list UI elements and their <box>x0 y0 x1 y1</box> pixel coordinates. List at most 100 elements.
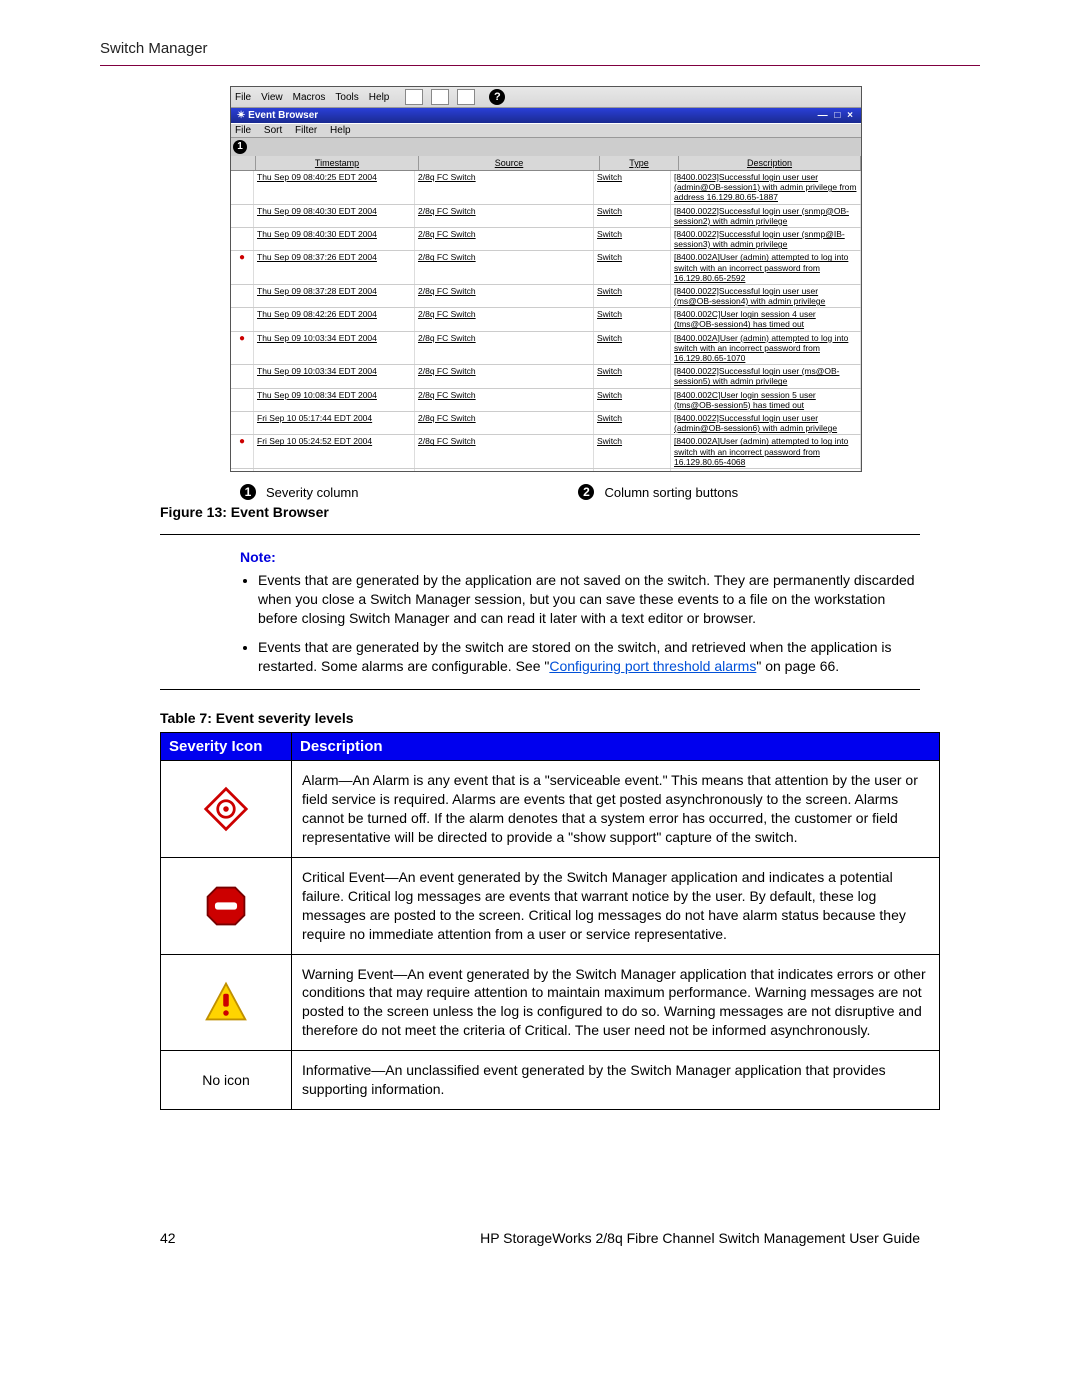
col-timestamp[interactable]: Timestamp <box>256 156 419 170</box>
eb-menu-file[interactable]: File <box>235 125 251 136</box>
severity-row: No iconInformative—An unclassified event… <box>161 1051 940 1110</box>
event-browser-menubar[interactable]: File Sort Filter Help <box>231 123 861 138</box>
table-caption: Table 7: Event severity levels <box>160 710 920 726</box>
cell-typ: Switch <box>594 389 671 411</box>
critical-icon <box>231 435 254 468</box>
event-table-header[interactable]: Timestamp Source Type Description <box>231 156 861 171</box>
cell-typ: Switch <box>594 228 671 250</box>
cell-typ: Switch <box>594 332 671 365</box>
arrow-icon[interactable] <box>405 89 423 105</box>
window-controls[interactable]: — □ × <box>818 110 855 121</box>
alarm-icon <box>161 761 292 858</box>
table-row[interactable]: Thu Sep 09 10:03:34 EDT 20042/8q FC Swit… <box>231 332 861 366</box>
event-browser-screenshot: File View Macros Tools Help ? ✴ Event Br… <box>230 86 862 472</box>
critical-icon <box>231 251 254 284</box>
event-table-body[interactable]: Thu Sep 09 08:40:25 EDT 20042/8q FC Swit… <box>231 171 861 471</box>
cell-ts: Thu Sep 09 08:37:26 EDT 2004 <box>254 251 415 284</box>
severity-cell <box>231 205 254 227</box>
eb-menu-filter[interactable]: Filter <box>295 125 317 136</box>
cell-ts: Thu Sep 09 10:03:34 EDT 2004 <box>254 332 415 365</box>
menu-macros[interactable]: Macros <box>293 92 326 103</box>
table-row[interactable]: Thu Sep 09 10:03:34 EDT 20042/8q FC Swit… <box>231 365 861 388</box>
cell-desc: [8400.0022]Successful login user user (m… <box>671 285 861 307</box>
bottom-note-rule <box>160 689 920 690</box>
severity-cell <box>231 308 254 330</box>
callout-number-2: 2 <box>578 484 594 500</box>
cell-typ: Switch <box>594 308 671 330</box>
warning-icon <box>161 954 292 1051</box>
severity-row: Warning Event—An event generated by the … <box>161 954 940 1051</box>
top-note-rule <box>160 534 920 535</box>
severity-row: Critical Event—An event generated by the… <box>161 858 940 955</box>
severity-cell <box>231 412 254 434</box>
severity-desc: Informative—An unclassified event genera… <box>292 1051 940 1110</box>
callout-badge-2: ? <box>489 89 505 105</box>
none-icon: No icon <box>161 1051 292 1110</box>
severity-cell <box>231 285 254 307</box>
cell-src: 2/8q FC Switch <box>415 171 594 204</box>
cell-desc: [8400.002C]User login session 5 user (tm… <box>671 389 861 411</box>
cell-desc: [8400.002A]User (admin) attempted to log… <box>671 332 861 365</box>
cell-ts: Thu Sep 09 08:40:30 EDT 2004 <box>254 228 415 250</box>
menu-view[interactable]: View <box>261 92 283 103</box>
col-source[interactable]: Source <box>419 156 600 170</box>
col-severity[interactable] <box>231 156 256 170</box>
cell-src: 2/8q FC Switch <box>415 285 594 307</box>
cell-src: 2/8q FC Switch <box>415 251 594 284</box>
page-number: 42 <box>160 1230 176 1246</box>
cell-desc: [8400.002A]User (admin) attempted to log… <box>671 251 861 284</box>
note-section: Note: Events that are generated by the a… <box>240 549 920 675</box>
cell-src: 2/8q FC Switch <box>415 412 594 434</box>
panel-icon[interactable] <box>457 89 475 105</box>
table-row[interactable]: Fri Sep 10 05:24:52 EDT 20042/8q FC Swit… <box>231 435 861 469</box>
table-row[interactable]: Thu Sep 09 08:40:25 EDT 20042/8q FC Swit… <box>231 171 861 205</box>
figure-callouts: 1 Severity column 2 Column sorting butto… <box>240 484 980 500</box>
cell-src: 2/8q FC Switch <box>415 308 594 330</box>
event-browser-titlebar[interactable]: ✴ Event Browser — □ × <box>231 108 861 123</box>
figure-caption: Figure 13: Event Browser <box>160 504 980 520</box>
menu-file[interactable]: File <box>235 92 251 103</box>
header-rule <box>100 65 980 66</box>
menu-help[interactable]: Help <box>369 92 390 103</box>
sev-header-desc: Description <box>292 733 940 761</box>
cell-src: 2/8q FC Switch <box>415 435 594 468</box>
table-row[interactable]: Fri Sep 10 05:17:44 EDT 20042/8q FC Swit… <box>231 412 861 435</box>
eb-menu-sort[interactable]: Sort <box>264 125 282 136</box>
severity-desc: Warning Event—An event generated by the … <box>292 954 940 1051</box>
cell-ts: Fri Sep 10 05:24:52 EDT 2004 <box>254 435 415 468</box>
footer-title: HP StorageWorks 2/8q Fibre Channel Switc… <box>480 1230 920 1246</box>
event-browser-title: Event Browser <box>248 110 318 121</box>
severity-row: Alarm—An Alarm is any event that is a "s… <box>161 761 940 858</box>
table-row[interactable]: Thu Sep 09 08:37:28 EDT 20042/8q FC Swit… <box>231 285 861 308</box>
callout-text-1: Severity column <box>266 485 358 500</box>
col-description[interactable]: Description <box>679 156 861 170</box>
severity-cell <box>231 469 254 471</box>
table-row[interactable]: Thu Sep 09 08:40:30 EDT 20042/8q FC Swit… <box>231 228 861 251</box>
sev-header-icon: Severity Icon <box>161 733 292 761</box>
app-menubar[interactable]: File View Macros Tools Help ? <box>231 87 861 108</box>
table-row[interactable]: Thu Sep 09 10:08:34 EDT 20042/8q FC Swit… <box>231 389 861 412</box>
table-row[interactable]: Thu Sep 09 08:40:30 EDT 20042/8q FC Swit… <box>231 205 861 228</box>
table-row[interactable]: Thu Sep 09 08:42:26 EDT 20042/8q FC Swit… <box>231 308 861 331</box>
cell-src: 2/8q FC Switch <box>415 365 594 387</box>
cell-desc: [8400.0022]Successful login user (snmp@I… <box>671 228 861 250</box>
window-icon[interactable] <box>431 89 449 105</box>
page-footer: 42 HP StorageWorks 2/8q Fibre Channel Sw… <box>160 1230 920 1246</box>
cell-desc: [8400.0022]Successful login user (ms@OB-… <box>671 365 861 387</box>
cell-ts: Thu Sep 09 08:42:26 EDT 2004 <box>254 308 415 330</box>
col-type[interactable]: Type <box>600 156 679 170</box>
table-row[interactable]: Thu Sep 09 08:37:26 EDT 20042/8q FC Swit… <box>231 251 861 285</box>
callout-badge-1: 1 <box>233 140 247 154</box>
severity-cell <box>231 365 254 387</box>
eb-menu-help[interactable]: Help <box>330 125 351 136</box>
table-row[interactable]: Fri Sep 10 05:25:01 EDT 20042/8q FC Swit… <box>231 469 861 471</box>
menu-tools[interactable]: Tools <box>335 92 358 103</box>
cell-typ: Switch <box>594 435 671 468</box>
cell-ts: Thu Sep 09 08:37:28 EDT 2004 <box>254 285 415 307</box>
cell-src: 2/8q FC Switch <box>415 469 594 471</box>
configuring-alarms-link[interactable]: Configuring port threshold alarms <box>549 658 756 674</box>
callout-text-2: Column sorting buttons <box>604 485 738 500</box>
cell-ts: Fri Sep 10 05:17:44 EDT 2004 <box>254 412 415 434</box>
cell-src: 2/8q FC Switch <box>415 228 594 250</box>
cell-desc: [8400.0022]Successful login user user (a… <box>671 469 861 471</box>
